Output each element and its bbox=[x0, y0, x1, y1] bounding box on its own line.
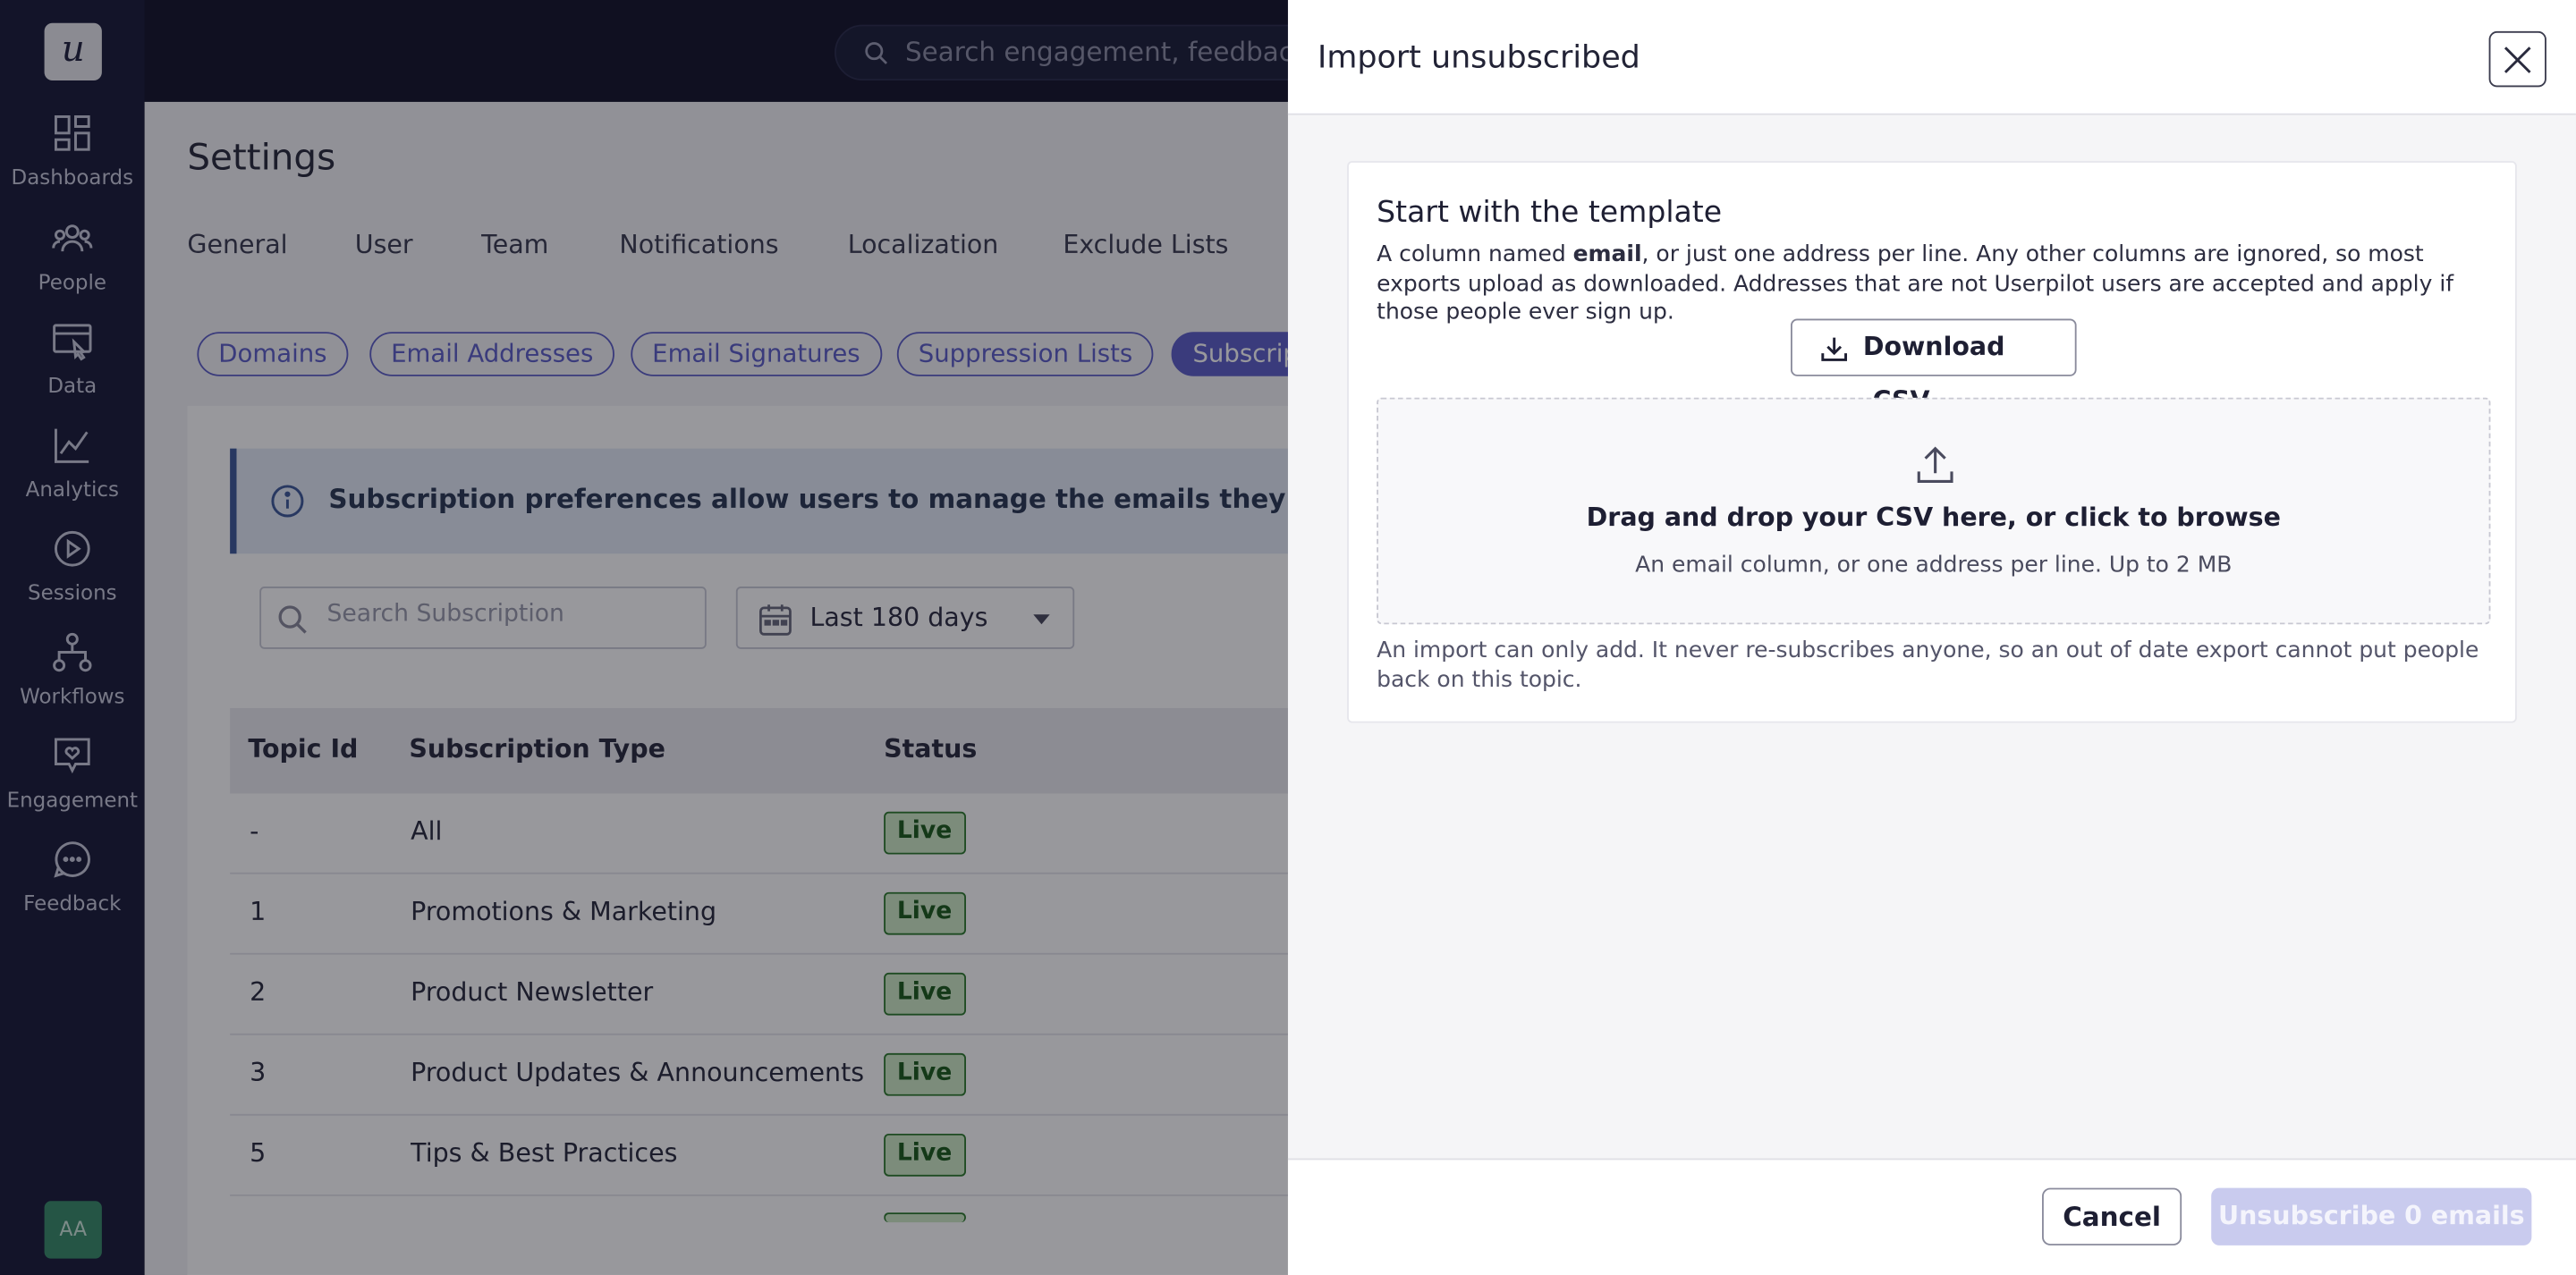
drawer-footer: Cancel Unsubscribe 0 emails bbox=[1287, 1158, 2576, 1275]
template-description: A column named email, or just one addres… bbox=[1377, 241, 2494, 327]
upload-icon bbox=[1917, 446, 1953, 483]
cancel-button[interactable]: Cancel bbox=[2042, 1187, 2182, 1245]
desc-email-keyword: email bbox=[1572, 241, 1642, 268]
dropzone-hint: An email column, or one address per line… bbox=[1635, 552, 2233, 578]
drawer-header: Import unsubscribed bbox=[1287, 0, 2576, 115]
dropzone-title: Drag and drop your CSV here, or click to… bbox=[1586, 502, 2281, 533]
import-drawer: Import unsubscribed Start with the templ… bbox=[1287, 0, 2576, 1275]
unsubscribe-button[interactable]: Unsubscribe 0 emails bbox=[2211, 1187, 2532, 1245]
drawer-title: Import unsubscribed bbox=[1318, 39, 1640, 76]
close-button[interactable] bbox=[2488, 30, 2546, 88]
template-title: Start with the template bbox=[1377, 195, 1723, 231]
modal-backdrop[interactable] bbox=[0, 0, 1288, 1275]
csv-dropzone[interactable]: Drag and drop your CSV here, or click to… bbox=[1377, 397, 2491, 625]
download-csv-button[interactable]: Download .CSV bbox=[1791, 318, 2077, 416]
import-note: An import can only add. It never re-subs… bbox=[1377, 637, 2479, 693]
desc-prefix: A column named bbox=[1377, 241, 1573, 268]
template-card: Start with the template A column named e… bbox=[1347, 161, 2517, 723]
download-icon bbox=[1821, 337, 1848, 361]
close-icon bbox=[2504, 46, 2531, 73]
